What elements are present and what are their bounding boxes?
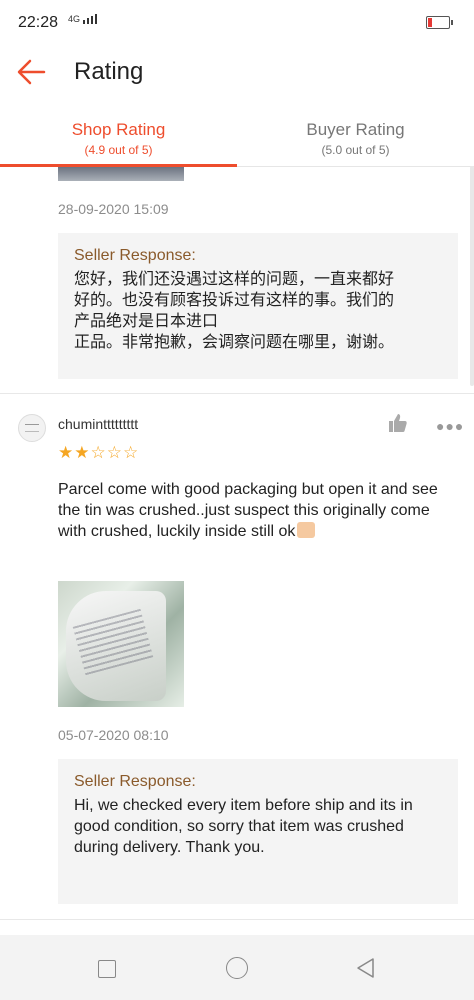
thumbs-up-icon[interactable] [388,413,408,433]
review-body: Parcel come with good packaging but open… [58,481,438,540]
back-arrow-icon[interactable] [16,58,48,86]
more-options-icon[interactable]: ●●● [436,418,464,434]
star-rating: ★★☆☆☆ [58,443,139,463]
avatar[interactable] [18,414,46,442]
review-divider [0,919,474,920]
tab-buyer-rating-label: Buyer Rating [306,120,405,139]
star-empty-icon: ☆ [123,443,140,462]
reviewer-username: chuminttttttttt [58,416,139,432]
system-nav-bar [0,935,474,1000]
seller-response-label: Seller Response: [74,247,196,264]
review-photo[interactable] [58,167,184,181]
battery-icon [426,16,453,29]
review-photo[interactable] [58,581,184,707]
seller-response-line: 产品绝对是日本进口 [74,313,219,330]
star-empty-icon: ☆ [90,443,107,462]
thumbs-up-emoji-icon [297,522,316,538]
seller-response-box: Seller Response: 您好，我们还没遇过这样的问题，一直来都好 好的… [58,233,458,379]
seller-response-box: Seller Response: Hi, we checked every it… [58,759,458,904]
rating-tabs: Shop Rating (4.9 out of 5) Buyer Rating … [0,110,474,167]
tab-shop-rating-label: Shop Rating [71,120,166,139]
seller-response-text: Hi, we checked every item before ship an… [74,797,413,856]
status-time: 22:28 [18,14,59,31]
network-type: 4G [68,14,81,24]
seller-response-text: 您好，我们还没遇过这样的问题，一直来都好 好的。也没有顾客投诉过有这样的事。我们… [74,269,442,353]
review-divider [0,393,474,394]
review-date: 28-09-2020 15:09 [58,201,169,217]
tab-shop-rating-score: (4.9 out of 5) [84,143,153,157]
tab-shop-rating[interactable]: Shop Rating (4.9 out of 5) [0,110,237,166]
seller-response-line: 好的。也没有顾客投诉过有这样的事。我们的 [74,292,395,309]
page-title: Rating [74,58,144,85]
star-empty-icon: ☆ [106,443,123,462]
review-text: Parcel come with good packaging but open… [58,479,448,542]
recent-apps-icon[interactable] [98,960,116,978]
status-bar: 22:28 4G [0,0,474,46]
seller-response-label: Seller Response: [74,773,196,790]
seller-response-line: 您好，我们还没遇过这样的问题，一直来都好 [74,271,395,288]
home-icon[interactable] [226,957,248,979]
app-header: Rating [0,46,474,100]
review-date: 05-07-2020 08:10 [58,727,169,743]
nav-back-icon[interactable] [355,957,375,979]
tab-buyer-rating[interactable]: Buyer Rating (5.0 out of 5) [237,110,474,166]
seller-response-line: 正品。非常抱歉，会调察问题在哪里，谢谢。 [74,334,395,351]
star-filled-icon: ★ [58,443,75,462]
review-list: 28-09-2020 15:09 Seller Response: 您好，我们还… [0,167,474,935]
signal-icon: 4G [68,14,97,24]
tab-buyer-rating-score: (5.0 out of 5) [321,143,390,157]
star-filled-icon: ★ [74,443,91,462]
